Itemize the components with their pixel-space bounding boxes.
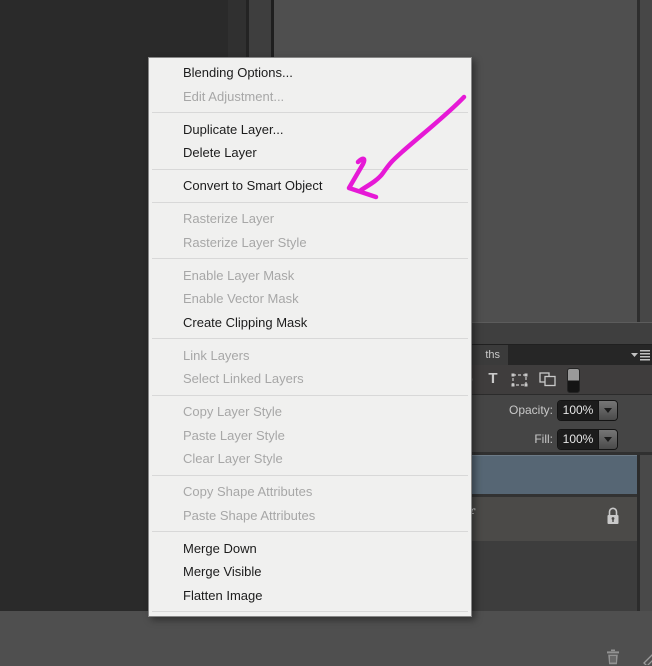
new-layer-icon[interactable] bbox=[642, 649, 652, 665]
filter-toggle-switch[interactable] bbox=[567, 368, 580, 393]
opacity-value[interactable]: 100% bbox=[558, 400, 598, 420]
chevron-down-icon bbox=[604, 407, 612, 413]
menu-item-merge-visible[interactable]: Merge Visible bbox=[149, 560, 471, 584]
menu-item-enable-layer-mask: Enable Layer Mask bbox=[183, 267, 295, 283]
dock-gutter bbox=[640, 455, 652, 611]
menu-item-flatten-image[interactable]: Flatten Image bbox=[149, 584, 471, 608]
fill-control: 100% bbox=[557, 428, 618, 450]
menu-separator bbox=[149, 391, 471, 401]
menu-separator bbox=[149, 607, 471, 617]
menu-item-duplicate-layer[interactable]: Duplicate Layer... bbox=[149, 118, 471, 142]
menu-item-paste-layer-style: Paste Layer Style bbox=[183, 427, 285, 443]
dock-gutter bbox=[640, 0, 652, 322]
menu-item-copy-layer-style: Copy Layer Style bbox=[183, 404, 282, 419]
menu-item-blending-options[interactable]: Blending Options... bbox=[149, 61, 471, 85]
fill-value[interactable]: 100% bbox=[558, 429, 598, 449]
menu-item-link-layers: Link Layers bbox=[183, 347, 250, 363]
lock-icon bbox=[607, 507, 619, 524]
menu-item-create-clipping-mask[interactable]: Create Clipping Mask bbox=[149, 311, 471, 335]
filter-smart-object-icon[interactable] bbox=[539, 372, 556, 387]
context-menu: Blending Options... Edit Adjustment... Dup… bbox=[148, 57, 472, 617]
menu-item-merge-down[interactable]: Merge Down bbox=[149, 537, 471, 561]
menu-separator bbox=[149, 527, 471, 537]
menu-item-edit-adjustment: Edit Adjustment... bbox=[183, 88, 285, 104]
menu-item-rasterize-layer: Rasterize Layer bbox=[183, 211, 275, 226]
menu-separator bbox=[149, 334, 471, 344]
menu-item-rasterize-layer-style: Rasterize Layer Style bbox=[183, 234, 307, 250]
chevron-down-icon bbox=[604, 436, 612, 442]
menu-item-copy-shape-attributes: Copy Shape Attributes bbox=[183, 484, 313, 499]
menu-separator bbox=[149, 108, 471, 118]
menu-item-delete-layer[interactable]: Delete Layer bbox=[149, 141, 471, 165]
menu-item-clear-layer-style: Clear Layer Style bbox=[183, 451, 283, 466]
trash-icon[interactable] bbox=[604, 648, 622, 666]
filter-type-icon[interactable]: T bbox=[484, 369, 502, 389]
opacity-dropdown-button[interactable] bbox=[598, 400, 617, 420]
opacity-control: 100% bbox=[557, 399, 618, 421]
menu-item-enable-vector-mask: Enable Vector Mask bbox=[183, 291, 299, 306]
menu-item-paste-shape-attributes: Paste Shape Attributes bbox=[183, 507, 316, 523]
menu-separator bbox=[149, 254, 471, 264]
menu-separator bbox=[149, 471, 471, 481]
menu-item-convert-to-smart-object[interactable]: Convert to Smart Object bbox=[149, 174, 471, 198]
menu-separator bbox=[149, 198, 471, 208]
menu-item-select-linked-layers: Select Linked Layers bbox=[183, 371, 304, 386]
menu-separator bbox=[149, 165, 471, 175]
filter-shape-icon[interactable] bbox=[511, 373, 528, 387]
panel-menu-icon[interactable] bbox=[631, 349, 651, 361]
fill-dropdown-button[interactable] bbox=[598, 429, 617, 449]
